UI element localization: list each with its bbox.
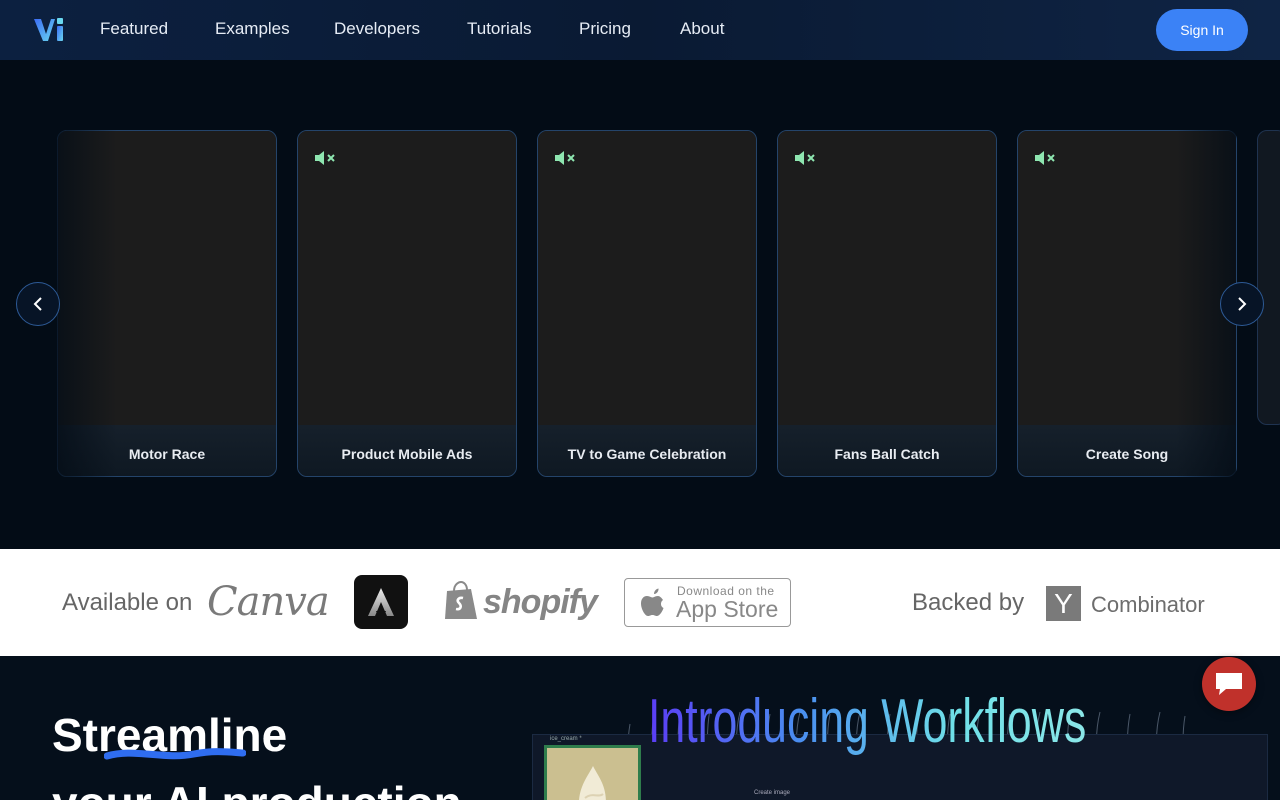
video-card-tv-to-game[interactable]: TV to Game Celebration [537,130,757,477]
video-carousel: Motor Race Product Mobile Ads TV to Game… [0,60,1280,549]
canva-logo[interactable]: Canva [207,579,330,625]
nav-about[interactable]: About [680,19,724,39]
app-store-badge[interactable]: Download on the App Store [624,578,791,627]
app-store-big-text: App Store [676,596,779,622]
video-card-product-mobile-ads[interactable]: Product Mobile Ads [297,130,517,477]
backed-by-label: Backed by [912,589,1025,616]
carousel-prev-button[interactable] [16,282,60,326]
top-nav: Featured Examples Developers Tutorials P… [0,0,1280,60]
available-on-label: Available on [62,589,193,616]
apple-icon [641,588,664,616]
introducing-workflows-title: Introducing Workflows [648,687,1087,756]
video-card-fans-ball-catch[interactable]: Fans Ball Catch [777,130,997,477]
create-image-label: Create image [754,790,791,796]
video-card-title: TV to Game Celebration [567,446,727,462]
video-card-create-song[interactable]: Create Song [1017,130,1237,477]
muted-speaker-icon[interactable] [794,149,818,167]
nav-tutorials[interactable]: Tutorials [467,19,532,39]
y-combinator-logo-icon[interactable]: Y [1046,586,1081,621]
adobe-express-logo-icon[interactable] [354,575,408,629]
video-card-motor-race[interactable]: Motor Race [57,130,277,477]
nav-examples[interactable]: Examples [215,19,290,39]
video-preview[interactable] [1018,131,1236,425]
thumbnail-label: ice_cream * [550,736,582,742]
ice-cream-thumbnail [544,745,641,800]
chat-button[interactable] [1202,657,1256,711]
carousel-next-button[interactable] [1220,282,1264,326]
muted-speaker-icon[interactable] [314,149,338,167]
brush-underline-icon [104,748,246,760]
headline-line-2: your AI production [52,776,462,800]
partners-bar: Available on Canva shopify Download on t… [0,549,1280,656]
nav-developers[interactable]: Developers [334,19,420,39]
video-preview[interactable] [298,131,516,425]
nav-pricing[interactable]: Pricing [579,19,631,39]
combinator-text[interactable]: Combinator [1091,592,1205,618]
shopify-bag-icon[interactable] [443,581,479,621]
nav-featured[interactable]: Featured [100,19,168,39]
video-card-title: Product Mobile Ads [341,446,473,462]
video-preview[interactable] [778,131,996,425]
muted-speaker-icon[interactable] [1034,149,1058,167]
muted-speaker-icon[interactable] [554,149,578,167]
sign-in-button[interactable]: Sign In [1156,9,1248,51]
chevron-left-icon [33,297,42,311]
chevron-right-icon [1238,297,1247,311]
video-preview[interactable] [58,131,276,425]
video-card-title: Fans Ball Catch [834,446,940,462]
video-preview[interactable] [538,131,756,425]
yc-letter: Y [1054,588,1073,619]
video-card-title: Motor Race [128,446,206,462]
video-card-partial[interactable] [1257,130,1280,425]
video-card-title: Create Song [1085,446,1169,462]
vi-logo-icon[interactable] [33,16,67,44]
chat-bubble-icon [1216,673,1242,695]
shopify-logo[interactable]: shopify [483,583,598,622]
workflows-section: ice_cream * Create image Introducing Wor… [0,656,1280,800]
